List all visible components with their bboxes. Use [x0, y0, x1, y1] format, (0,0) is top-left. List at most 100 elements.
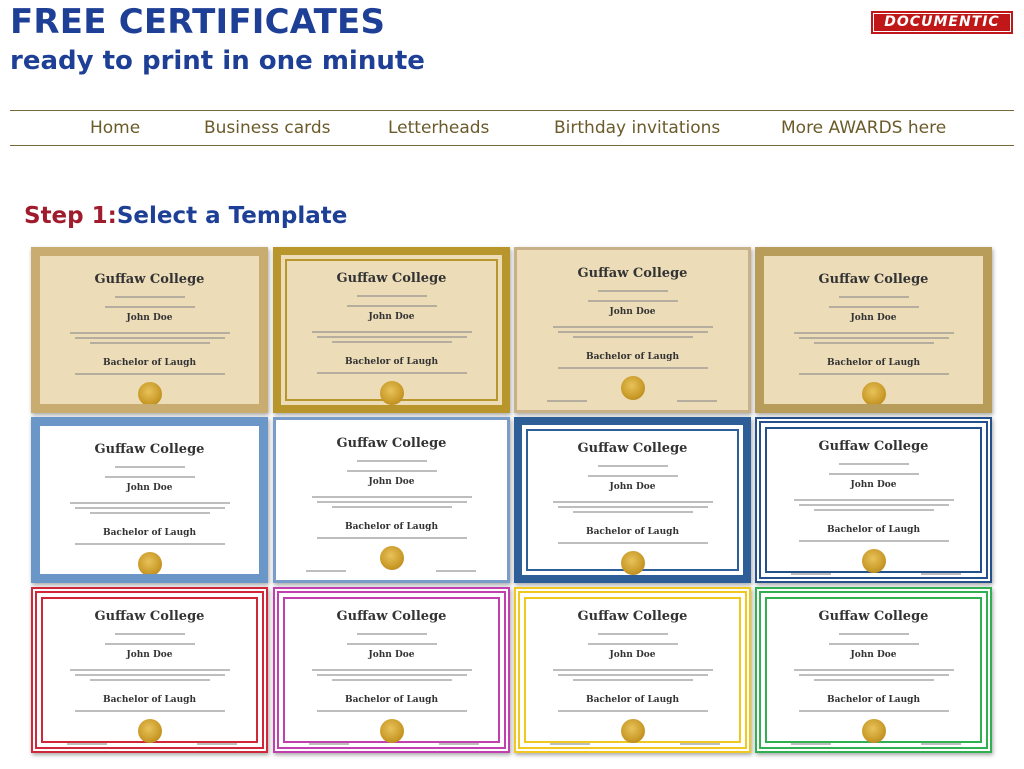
seal-icon: [137, 719, 162, 743]
signature-line: [436, 570, 476, 572]
template-gold-greek[interactable]: Guffaw College John Doe Bachelor of Laugh: [755, 247, 992, 413]
certificate-name: John Doe: [609, 307, 656, 317]
template-blue-corners[interactable]: Guffaw College John Doe Bachelor of Laugh: [273, 417, 510, 583]
certificate-degree: Bachelor of Laugh: [102, 528, 197, 538]
text-line: [346, 643, 437, 645]
signature-line: [439, 743, 479, 745]
text-line: [793, 499, 954, 501]
text-line: [356, 295, 427, 297]
certificate-degree: Bachelor of Laugh: [826, 358, 921, 368]
signature-line: [306, 570, 346, 572]
template-beige-corners[interactable]: Guffaw College John Doe Bachelor of Laugh: [514, 247, 751, 413]
text-line: [74, 507, 225, 509]
text-line: [311, 669, 472, 671]
text-line: [89, 512, 210, 514]
template-blue-pattern[interactable]: Guffaw College John Doe Bachelor of Laugh: [31, 417, 268, 583]
nav-birthday-invitations[interactable]: Birthday invitations: [554, 118, 720, 138]
seal-icon: [137, 552, 162, 574]
text-line: [74, 337, 225, 339]
certificate-degree: Bachelor of Laugh: [102, 695, 197, 705]
certificate-preview: Guffaw College John Doe Bachelor of Laugh: [289, 603, 494, 745]
text-line: [89, 342, 210, 344]
signature-line: [200, 576, 240, 578]
certificate-name: John Doe: [850, 313, 897, 323]
text-line: [74, 373, 225, 375]
signature-line: [677, 400, 717, 402]
text-line: [798, 504, 949, 506]
text-line: [798, 540, 949, 542]
text-line: [798, 710, 949, 712]
text-line: [597, 633, 668, 635]
signature-line: [791, 573, 831, 575]
text-line: [74, 674, 225, 676]
template-red-double[interactable]: Guffaw College John Doe Bachelor of Laugh: [31, 587, 268, 753]
template-magenta-double[interactable]: Guffaw College John Doe Bachelor of Laugh: [273, 587, 510, 753]
text-line: [557, 674, 708, 676]
certificate-preview: Guffaw College John Doe Bachelor of Laugh: [50, 436, 249, 574]
nav-letterheads[interactable]: Letterheads: [388, 118, 489, 138]
certificate-degree: Bachelor of Laugh: [102, 358, 197, 368]
page-subtitle: ready to print in one minute: [10, 46, 425, 76]
certificate-name: John Doe: [609, 482, 656, 492]
signature-line: [682, 575, 722, 577]
certificate-name: John Doe: [368, 477, 415, 487]
text-line: [557, 367, 708, 369]
certificate-degree: Bachelor of Laugh: [826, 525, 921, 535]
text-line: [597, 465, 668, 467]
template-yellow-double[interactable]: Guffaw College John Doe Bachelor of Laugh: [514, 587, 751, 753]
seal-icon: [379, 719, 404, 743]
certificate-college: Guffaw College: [94, 609, 205, 624]
text-line: [793, 332, 954, 334]
text-line: [838, 463, 909, 465]
certificate-name: John Doe: [850, 480, 897, 490]
text-line: [587, 300, 678, 302]
certificate-degree: Bachelor of Laugh: [344, 522, 439, 532]
text-line: [316, 674, 467, 676]
text-line: [346, 470, 437, 472]
template-beige-pattern[interactable]: Guffaw College John Doe Bachelor of Laugh: [31, 247, 268, 413]
text-line: [552, 501, 713, 503]
seal-icon: [379, 546, 404, 570]
text-line: [69, 332, 230, 334]
certificate-college: Guffaw College: [818, 609, 929, 624]
nav-business-cards[interactable]: Business cards: [204, 118, 330, 138]
nav-home[interactable]: Home: [90, 118, 140, 138]
template-gold-frame[interactable]: Guffaw College John Doe Bachelor of Laugh: [273, 247, 510, 413]
text-line: [798, 373, 949, 375]
logo-text: DOCUMENTIC: [874, 14, 1010, 31]
signature-line: [791, 743, 831, 745]
template-green-double[interactable]: Guffaw College John Doe Bachelor of Laugh: [755, 587, 992, 753]
template-blue-thick[interactable]: Guffaw College John Doe Bachelor of Laugh: [514, 417, 751, 583]
nav-more-awards[interactable]: More AWARDS here: [781, 118, 946, 138]
signature-line: [67, 743, 107, 745]
signature-line: [441, 405, 481, 407]
text-line: [813, 342, 934, 344]
text-line: [114, 633, 185, 635]
signature-line: [70, 576, 110, 578]
signature-line: [309, 743, 349, 745]
text-line: [346, 305, 437, 307]
template-navy-double[interactable]: Guffaw College John Doe Bachelor of Laugh: [755, 417, 992, 583]
certificate-preview: Guffaw College John Doe Bachelor of Laugh: [527, 260, 738, 402]
signature-line: [547, 400, 587, 402]
signature-line: [794, 406, 834, 408]
certificate-preview: Guffaw College John Doe Bachelor of Laugh: [50, 266, 249, 404]
text-line: [557, 710, 708, 712]
text-line: [356, 460, 427, 462]
signature-line: [311, 405, 351, 407]
text-line: [311, 496, 472, 498]
documentic-logo[interactable]: DOCUMENTIC: [871, 11, 1013, 34]
text-line: [89, 679, 210, 681]
text-line: [838, 633, 909, 635]
certificate-name: John Doe: [126, 313, 173, 323]
text-line: [356, 633, 427, 635]
main-nav: Home Business cards Letterheads Birthday…: [10, 110, 1014, 146]
text-line: [316, 501, 467, 503]
text-line: [572, 336, 693, 338]
text-line: [557, 506, 708, 508]
text-line: [557, 542, 708, 544]
signature-line: [552, 575, 592, 577]
signature-line: [921, 573, 961, 575]
text-line: [828, 473, 919, 475]
certificate-preview: Guffaw College John Doe Bachelor of Laugh: [771, 433, 976, 575]
